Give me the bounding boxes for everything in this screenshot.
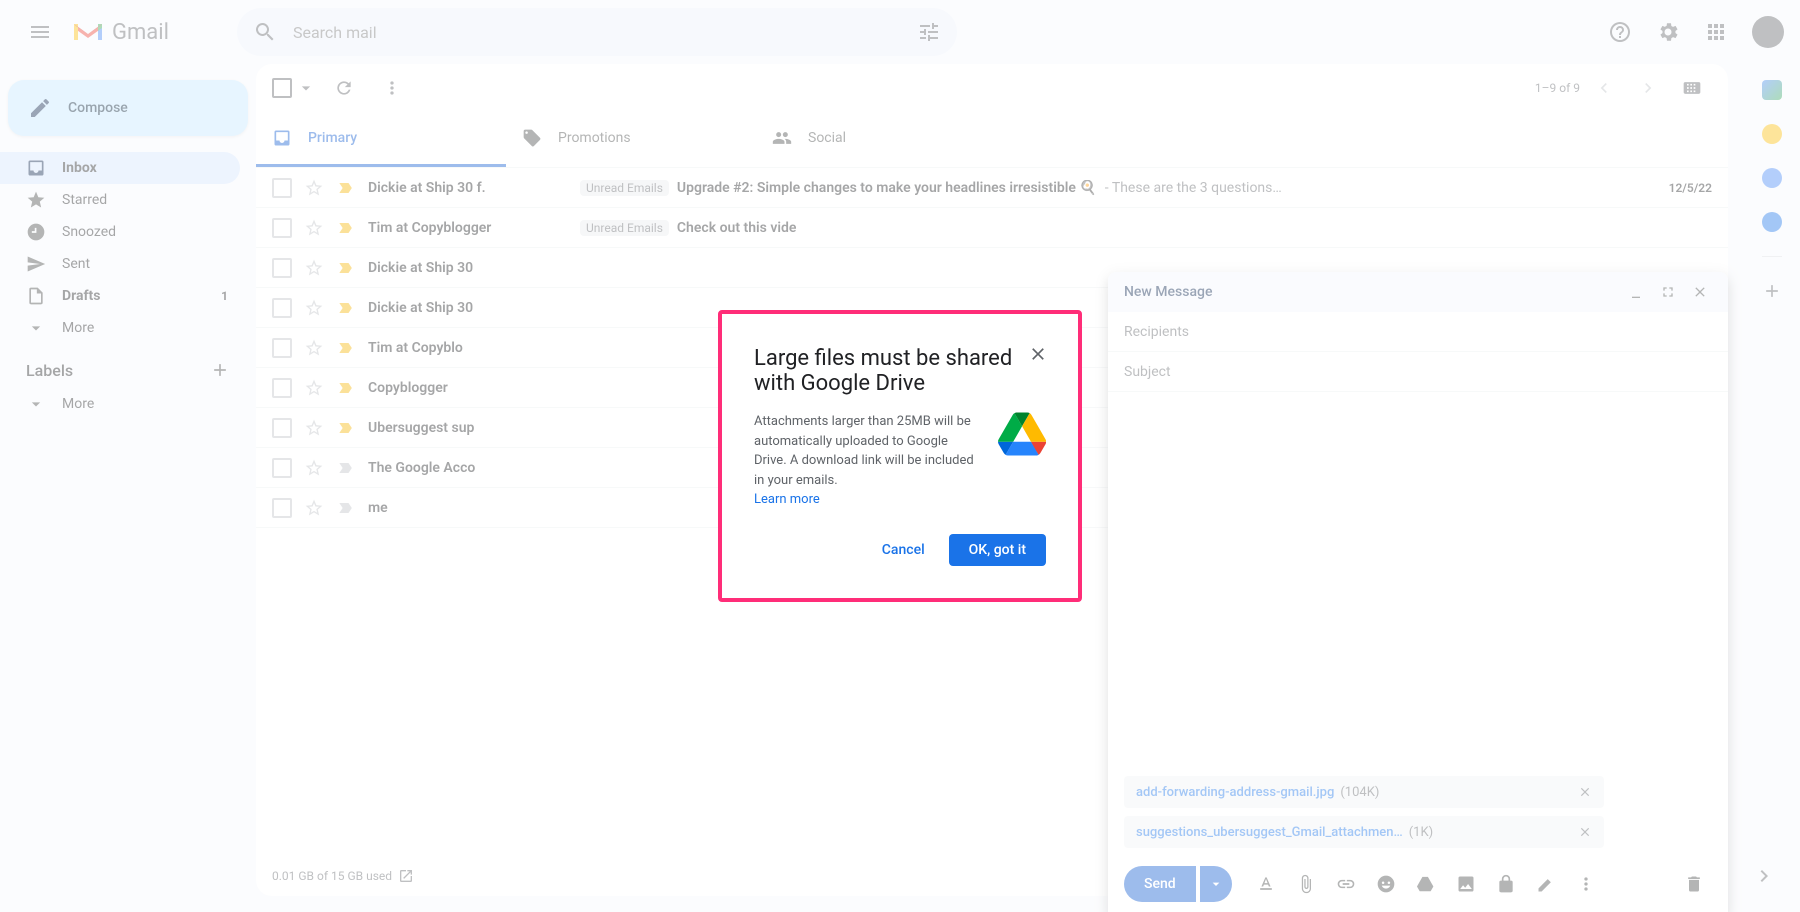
modal-body-text: Attachments larger than 25MB will be aut… — [754, 412, 982, 510]
modal-cancel-button[interactable]: Cancel — [866, 534, 941, 566]
google-drive-icon — [998, 412, 1046, 456]
modal-ok-button[interactable]: OK, got it — [949, 534, 1046, 566]
drive-modal: Large files must be shared with Google D… — [730, 322, 1070, 590]
modal-backdrop: Large files must be shared with Google D… — [0, 0, 1800, 912]
close-icon — [1028, 344, 1048, 364]
modal-highlight: Large files must be shared with Google D… — [718, 310, 1082, 602]
learn-more-link[interactable]: Learn more — [754, 492, 820, 507]
modal-title: Large files must be shared with Google D… — [754, 346, 1046, 396]
modal-close-button[interactable] — [1022, 338, 1054, 370]
